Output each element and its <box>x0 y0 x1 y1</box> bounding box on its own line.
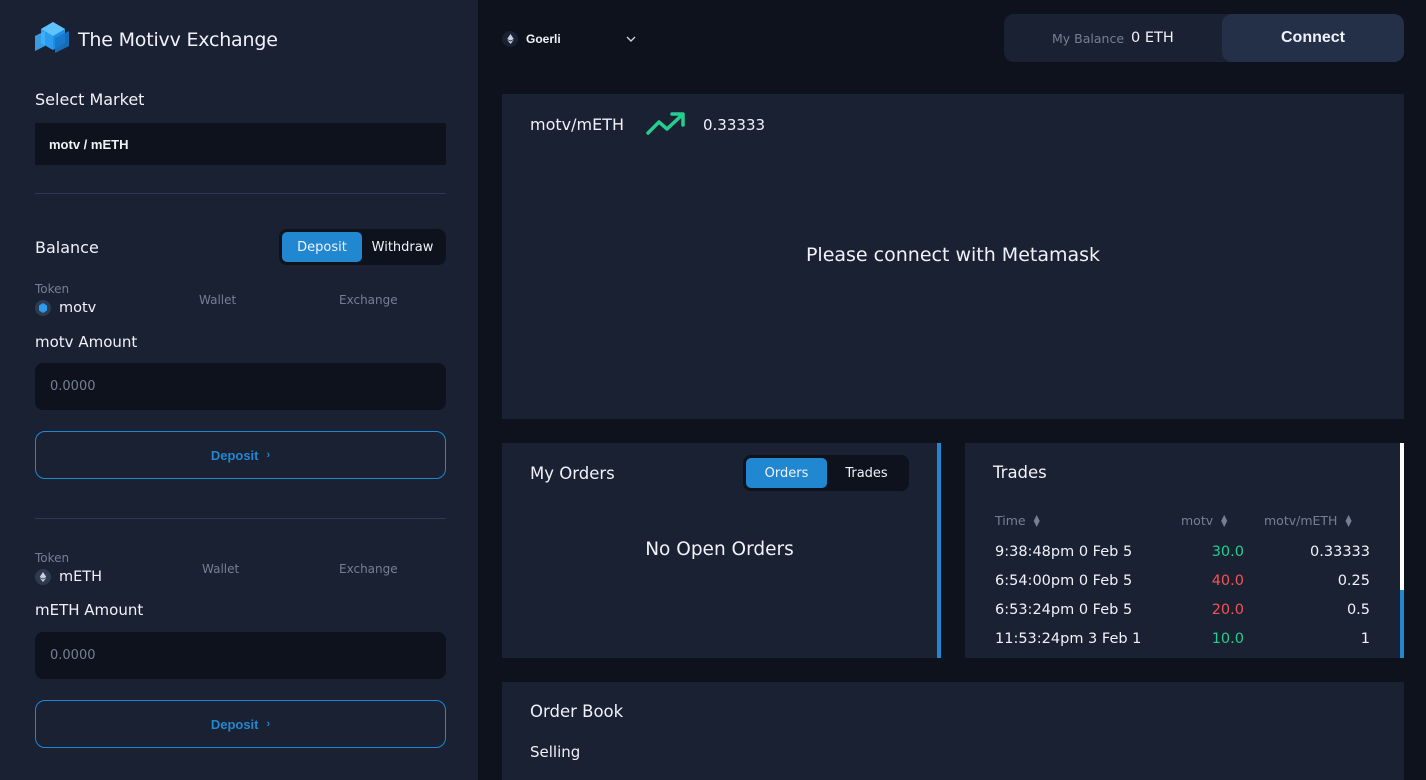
exchange-header: Exchange <box>339 293 398 307</box>
chart-pair: motv/mETH <box>530 115 625 134</box>
column-time-label: Time <box>995 513 1026 528</box>
deposit-button-label: Deposit <box>210 716 259 732</box>
trade-time: 11:53:24pm 3 Feb 1 <box>995 631 1142 647</box>
motv-token-icon <box>35 300 51 316</box>
trade-time: 6:54:00pm 0 Feb 5 <box>995 573 1133 589</box>
trade-price: 0.25 <box>1337 573 1370 589</box>
eth-icon <box>35 569 51 585</box>
my-orders-title: My Orders <box>530 464 615 483</box>
motv-amount-input[interactable]: 0.0000 <box>35 363 446 410</box>
chevron-down-icon <box>626 34 636 45</box>
table-row: 9:38:48pm 0 Feb 5 30.0 0.33333 <box>995 544 1370 568</box>
trade-time: 6:53:24pm 0 Feb 5 <box>995 602 1133 618</box>
token-header: Token <box>35 551 70 565</box>
column-price[interactable]: motv/mETH ▲ ▼ <box>1264 513 1352 528</box>
trades-panel: Trades Time ▲ ▼ motv ▲ ▼ motv/mETH ▲ ▼ 9:38… <box>965 443 1404 658</box>
trade-time: 9:38:48pm 0 Feb 5 <box>995 544 1133 560</box>
table-row: 6:54:00pm 0 Feb 5 40.0 0.25 <box>995 573 1370 597</box>
wallet-header: Wallet <box>202 562 240 576</box>
network-select[interactable]: Goerli <box>502 28 642 50</box>
exchange-header: Exchange <box>339 562 398 576</box>
market-select-value: motv / mETH <box>49 136 129 152</box>
market-select[interactable]: motv / mETH <box>35 123 446 165</box>
connect-message: Please connect with Metamask <box>805 244 1101 266</box>
tab-orders[interactable]: Orders <box>746 458 827 488</box>
deposit-button-label: Deposit <box>210 447 259 463</box>
sort-icon: ▲ ▼ <box>1221 512 1228 528</box>
trade-amount: 20.0 <box>1211 602 1244 618</box>
price-chart-panel: motv/mETH 0.33333 Please connect with Me… <box>502 94 1404 419</box>
sidebar: The Motivv Exchange Select Market motv /… <box>0 0 478 780</box>
wallet-header: Wallet <box>199 293 237 307</box>
column-amount[interactable]: motv ▲ ▼ <box>1181 513 1227 528</box>
sort-icon: ▲ ▼ <box>1345 512 1352 528</box>
meth-amount-input[interactable]: 0.0000 <box>35 632 446 679</box>
trade-amount: 40.0 <box>1211 573 1244 589</box>
balance-toggle: Deposit Withdraw <box>279 229 446 265</box>
column-amount-label: motv <box>1181 513 1214 528</box>
table-row: 6:53:24pm 0 Feb 5 20.0 0.5 <box>995 602 1370 626</box>
token-symbol: motv <box>59 300 97 316</box>
token-symbol: mETH <box>59 569 103 585</box>
no-orders-message: No Open Orders <box>645 539 794 560</box>
trades-title: Trades <box>993 463 1047 482</box>
token-meth: mETH <box>35 569 102 585</box>
tab-trades[interactable]: Trades <box>827 458 906 488</box>
balance-label: My Balance <box>1052 30 1125 46</box>
amount-label: motv Amount <box>35 333 138 351</box>
column-price-label: motv/mETH <box>1264 513 1338 528</box>
tab-deposit[interactable]: Deposit <box>282 232 362 262</box>
brand: The Motivv Exchange <box>35 20 278 60</box>
balance-label: Balance <box>35 238 99 257</box>
order-book-title: Order Book <box>530 702 624 721</box>
scrollbar-thumb[interactable] <box>1400 590 1404 658</box>
amount-placeholder: 0.0000 <box>50 379 96 394</box>
trade-amount: 30.0 <box>1211 544 1244 560</box>
token-header: Token <box>35 282 70 296</box>
orders-toggle: Orders Trades <box>743 455 909 491</box>
table-row: 11:53:24pm 3 Feb 1 10.0 1 <box>995 631 1370 655</box>
account-balance: My Balance 0 ETH Connect <box>1004 14 1404 62</box>
deposit-meth-button[interactable]: Deposit › <box>35 700 446 748</box>
deposit-motv-button[interactable]: Deposit › <box>35 431 446 479</box>
network-name: Goerli <box>526 32 561 46</box>
chevron-right-icon: › <box>266 718 271 730</box>
amount-placeholder: 0.0000 <box>50 648 96 663</box>
my-orders-panel: My Orders Orders Trades No Open Orders <box>502 443 941 658</box>
balance-value: 0 ETH <box>1131 30 1174 46</box>
chart-price: 0.33333 <box>703 116 766 134</box>
selling-label: Selling <box>530 743 581 761</box>
trade-amount: 10.0 <box>1211 631 1244 647</box>
select-market-label: Select Market <box>35 90 145 109</box>
tab-withdraw[interactable]: Withdraw <box>362 232 443 262</box>
trending-up-icon <box>646 111 686 141</box>
divider <box>35 193 446 194</box>
trade-price: 1 <box>1360 631 1370 647</box>
trade-price: 0.5 <box>1346 602 1370 618</box>
token-motv: motv <box>35 300 96 316</box>
connect-button[interactable]: Connect <box>1222 14 1404 62</box>
logo-icon <box>35 20 71 60</box>
amount-label: mETH Amount <box>35 601 144 619</box>
divider <box>35 518 446 519</box>
trade-price: 0.33333 <box>1310 544 1370 560</box>
chevron-right-icon: › <box>266 449 271 461</box>
column-time[interactable]: Time ▲ ▼ <box>995 513 1040 528</box>
brand-title: The Motivv Exchange <box>78 29 278 51</box>
eth-icon <box>502 31 518 47</box>
sort-icon: ▲ ▼ <box>1033 512 1040 528</box>
order-book-panel: Order Book Selling <box>502 682 1404 780</box>
